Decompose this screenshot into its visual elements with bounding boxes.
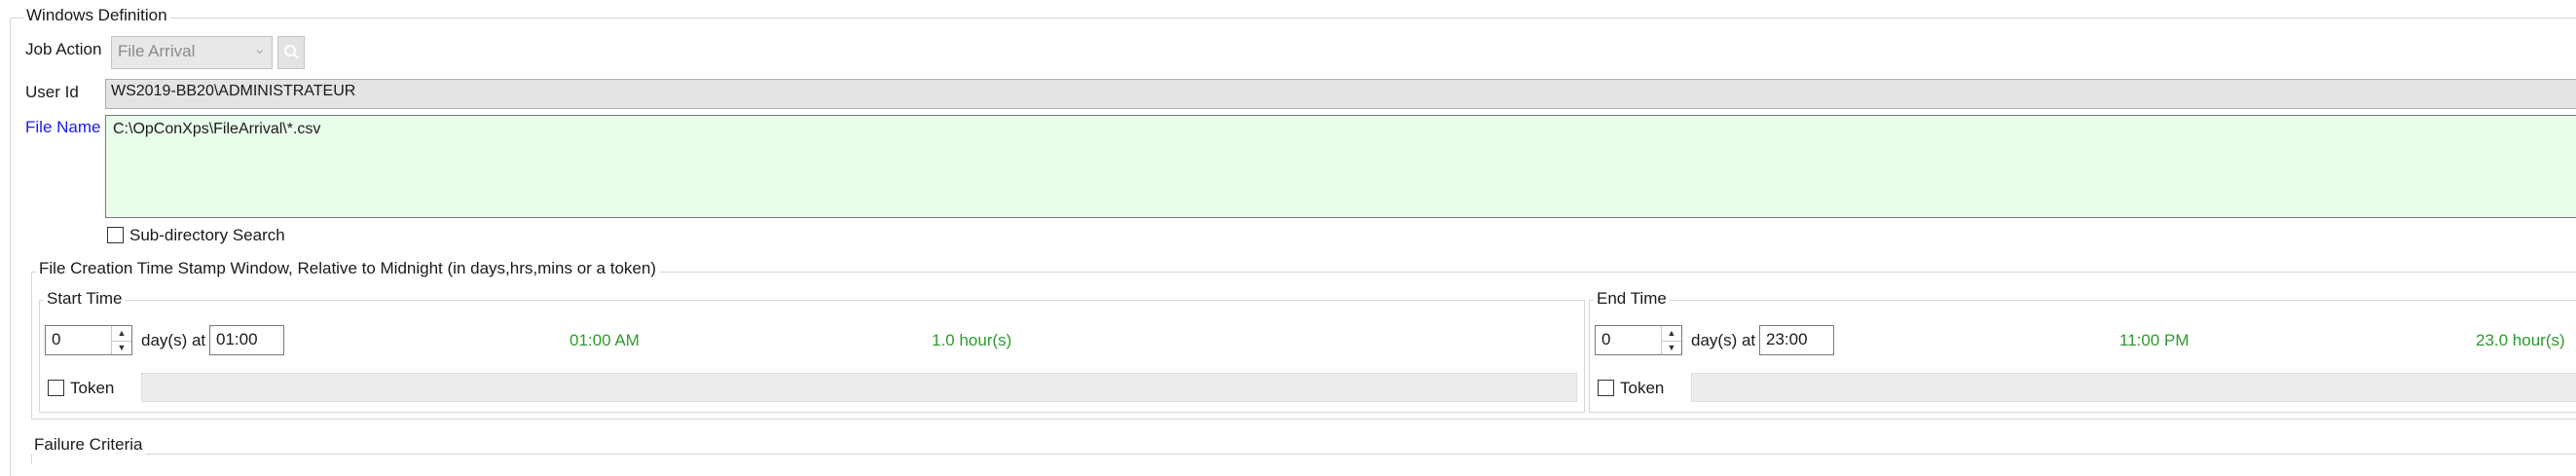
job-action-search-button[interactable]	[277, 36, 305, 69]
end-days-spinner[interactable]: 0 ▲ ▼	[1595, 325, 1682, 355]
subdirectory-search-label: Sub-directory Search	[129, 226, 285, 244]
job-action-value: File Arrival	[118, 42, 196, 60]
user-id-label: User Id	[25, 83, 79, 101]
start-time-display: 01:00 AM	[570, 331, 640, 349]
subdirectory-search-checkbox[interactable]	[107, 227, 124, 243]
user-id-field: WS2019-BB20\ADMINISTRATEUR	[105, 79, 2576, 109]
end-time-value: 23:00	[1766, 330, 1808, 348]
end-time-display: 11:00 PM	[2119, 331, 2190, 349]
job-action-label: Job Action	[25, 40, 102, 58]
start-days-at-label: day(s) at	[141, 331, 206, 349]
start-days-value: 0	[52, 330, 61, 348]
file-name-label: File Name	[25, 118, 101, 136]
end-days-value: 0	[1601, 330, 1611, 348]
start-days-up-arrow[interactable]: ▲	[112, 326, 131, 342]
end-token-checkbox[interactable]	[1598, 380, 1614, 396]
start-time-input[interactable]: 01:00	[209, 325, 284, 355]
job-action-select[interactable]: File Arrival ⌄	[111, 36, 273, 69]
start-time-title: Start Time	[44, 289, 126, 309]
start-time-value: 01:00	[216, 330, 258, 348]
failure-criteria-frame	[31, 454, 2576, 464]
timestamp-window-title: File Creation Time Stamp Window, Relativ…	[36, 259, 659, 278]
end-days-down-arrow[interactable]: ▼	[1662, 341, 1681, 355]
file-name-field[interactable]: C:\OpConXps\FileArrival\*.csv	[105, 115, 2576, 218]
failure-criteria-title: Failure Criteria	[31, 435, 146, 455]
end-time-hours: 23.0 hour(s)	[2476, 331, 2565, 349]
user-id-value: WS2019-BB20\ADMINISTRATEUR	[111, 83, 356, 99]
search-icon	[284, 45, 299, 59]
file-name-value: C:\OpConXps\FileArrival\*.csv	[113, 121, 321, 137]
start-token-field	[141, 373, 1577, 402]
start-days-down-arrow[interactable]: ▼	[112, 341, 131, 355]
end-days-at-label: day(s) at	[1691, 331, 1756, 349]
end-time-title: End Time	[1594, 289, 1670, 309]
start-days-spinner[interactable]: 0 ▲ ▼	[45, 325, 132, 355]
end-days-up-arrow[interactable]: ▲	[1662, 326, 1681, 342]
end-token-label: Token	[1620, 379, 1665, 397]
start-time-hours: 1.0 hour(s)	[932, 331, 1012, 349]
start-token-label: Token	[70, 379, 115, 397]
chevron-down-icon: ⌄	[253, 41, 266, 57]
start-token-checkbox[interactable]	[48, 380, 64, 396]
end-token-field	[1691, 373, 2576, 402]
windows-definition-title: Windows Definition	[23, 6, 170, 25]
end-time-input[interactable]: 23:00	[1759, 325, 1834, 355]
